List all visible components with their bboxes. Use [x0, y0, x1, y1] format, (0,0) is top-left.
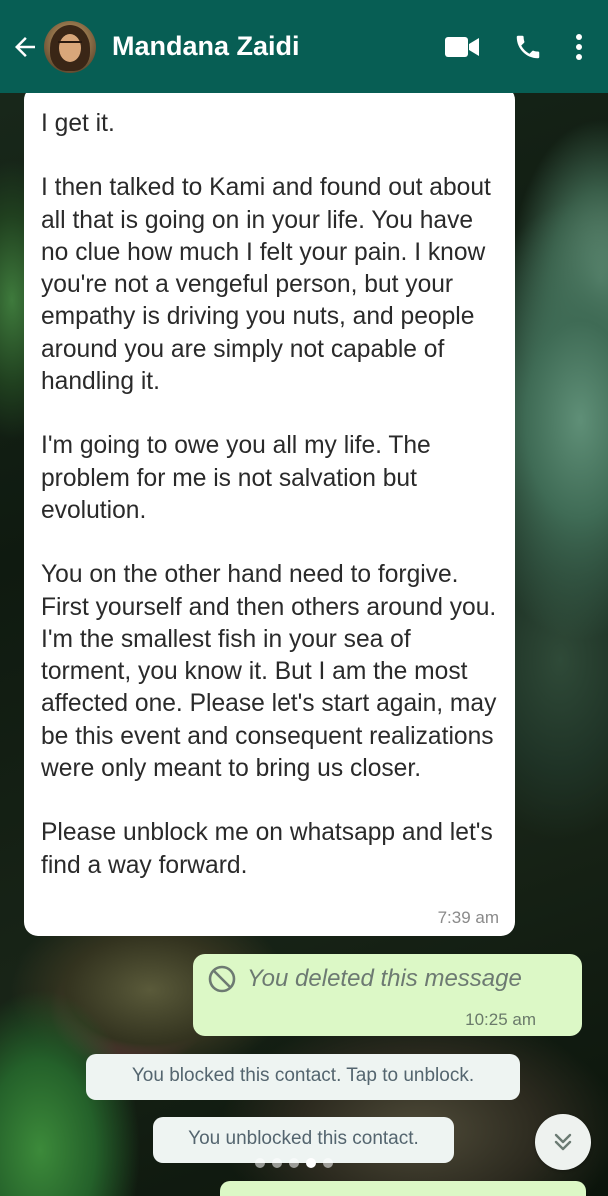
- chat-header: Mandana Zaidi: [0, 0, 608, 93]
- scroll-to-bottom-button[interactable]: [535, 1114, 591, 1170]
- page-dot-active: [306, 1158, 316, 1168]
- phone-icon: [516, 35, 540, 58]
- page-dot: [272, 1158, 282, 1168]
- deleted-message-bubble[interactable]: You deleted this message 10:25 am: [193, 954, 582, 1036]
- arrow-left-icon: [15, 36, 35, 57]
- page-dot: [289, 1158, 299, 1168]
- back-button[interactable]: [8, 27, 42, 67]
- message-paragraph: Please unblock me on whatsapp and let's …: [41, 819, 493, 879]
- voice-call-button[interactable]: [506, 25, 550, 69]
- contact-name[interactable]: Mandana Zaidi: [112, 31, 418, 62]
- blocked-contact-notice[interactable]: You blocked this contact. Tap to unblock…: [86, 1054, 520, 1100]
- page-indicator: [255, 1158, 333, 1168]
- page-dot: [255, 1158, 265, 1168]
- message-paragraph: I get it.: [41, 110, 115, 137]
- message-timestamp: 10:25 am: [465, 1010, 536, 1029]
- chat-screen: Mandana Zaidi I get it. I then talked to…: [0, 0, 608, 1196]
- double-chevron-down-icon: [554, 1133, 572, 1151]
- partial-outgoing-bubble: [220, 1181, 586, 1196]
- video-call-button[interactable]: [440, 25, 484, 69]
- more-vert-icon: [576, 33, 582, 60]
- message-timestamp: 7:39 am: [437, 908, 499, 927]
- message-paragraph: I'm going to owe you all my life. The pr…: [41, 432, 431, 524]
- message-paragraph: I then talked to Kami and found out abou…: [41, 174, 491, 396]
- unblocked-contact-notice: You unblocked this contact.: [153, 1117, 454, 1163]
- message-paragraph: You on the other hand need to forgive. F…: [41, 561, 497, 783]
- blocked-circle-icon: [208, 965, 236, 993]
- contact-avatar[interactable]: [44, 20, 96, 73]
- page-dot: [323, 1158, 333, 1168]
- video-call-icon: [445, 36, 479, 57]
- deleted-message-text: You deleted this message: [247, 965, 522, 992]
- incoming-message-bubble[interactable]: I get it. I then talked to Kami and foun…: [24, 86, 515, 936]
- more-options-button[interactable]: [564, 25, 594, 69]
